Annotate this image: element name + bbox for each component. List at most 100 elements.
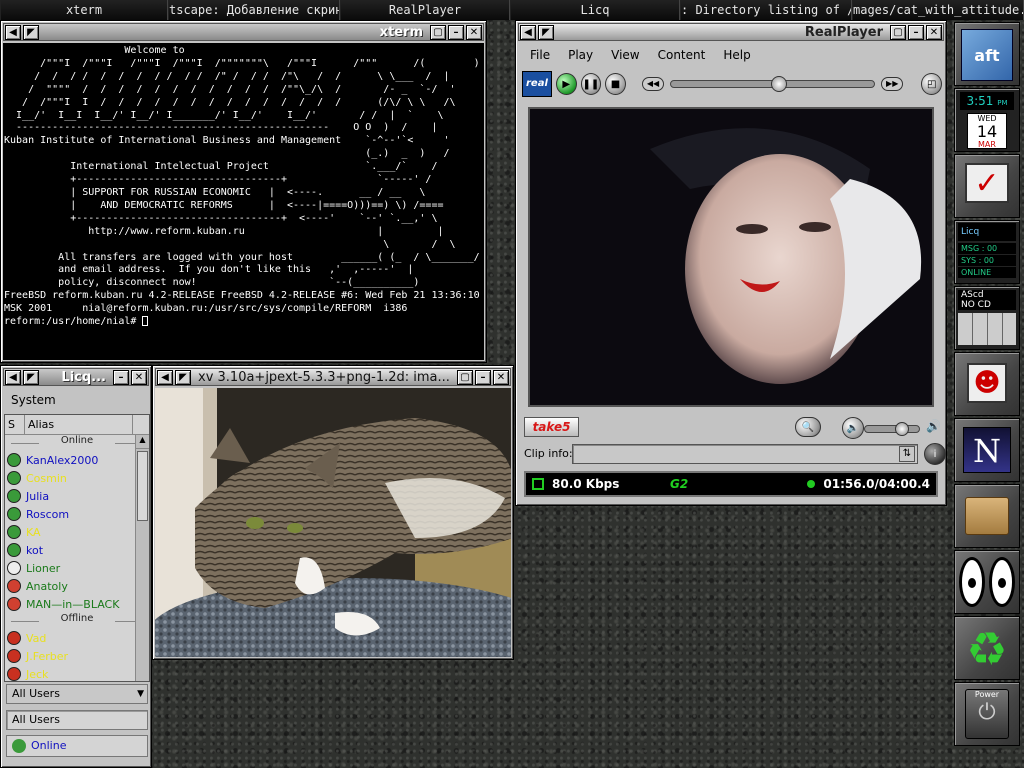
dock-licq-applet[interactable]: Licq MSG : 00 SYS : 00 ONLINE: [954, 220, 1020, 284]
contact-row[interactable]: KanAlex2000: [5, 451, 149, 469]
dock-file-manager[interactable]: [954, 484, 1020, 548]
dock-recycle-bin[interactable]: ♻: [954, 616, 1020, 680]
fast-forward-button[interactable]: ▶▶: [880, 77, 904, 91]
menu-file[interactable]: File: [530, 45, 550, 65]
shade-icon[interactable]: ◤: [175, 369, 191, 385]
seek-bar[interactable]: [670, 76, 875, 92]
volume-slider[interactable]: [864, 422, 920, 436]
pause-button[interactable]: ❚❚: [580, 73, 602, 95]
shade-icon[interactable]: ◤: [538, 24, 554, 40]
window-menu-icon[interactable]: ◀: [157, 369, 173, 385]
minimize-icon[interactable]: –: [448, 24, 464, 40]
dock-bsd-daemon-app[interactable]: ☻: [954, 352, 1020, 416]
mute-button[interactable]: 🔈: [842, 417, 864, 439]
terminal-line: reform:/usr/home/nial#: [4, 316, 484, 329]
pager-task-4[interactable]: : Directory listing of /roo: [680, 0, 852, 20]
compact-view-button[interactable]: ◰: [921, 73, 943, 95]
pager-task-0[interactable]: xterm: [0, 0, 168, 20]
seek-thumb[interactable]: [771, 76, 788, 92]
maximize-icon[interactable]: ▢: [890, 24, 906, 40]
terminal-line: MSK 2001 nial@reform.kuban.ru:/usr/src/s…: [4, 303, 408, 315]
window-menu-icon[interactable]: ◀: [5, 369, 21, 385]
dock-afterstep-app[interactable]: aft: [954, 22, 1020, 86]
menu-play[interactable]: Play: [568, 45, 593, 65]
zoom-button[interactable]: 🔍: [795, 417, 821, 437]
contact-row[interactable]: Julia: [5, 487, 149, 505]
dock-power[interactable]: Power ⏻: [954, 682, 1020, 746]
daemon-icon: ☻: [967, 363, 1007, 403]
maximize-icon[interactable]: ▢: [430, 24, 446, 40]
left-eye-icon: [959, 557, 985, 607]
group-field[interactable]: All Users: [6, 710, 148, 730]
realplayer-titlebar[interactable]: ◀ ◤ RealPlayer ▢ – ✕: [518, 23, 944, 41]
contact-row[interactable]: KA: [5, 523, 149, 541]
dock-ascd-player[interactable]: AScd NO CD: [954, 286, 1020, 350]
contact-row[interactable]: J.Ferber: [5, 647, 149, 665]
status-column-header[interactable]: S: [5, 415, 25, 434]
ascd-buttons[interactable]: [958, 313, 1016, 345]
contact-row[interactable]: Roscom: [5, 505, 149, 523]
close-icon[interactable]: ✕: [131, 369, 147, 385]
contact-status-icon: [7, 507, 21, 521]
close-icon[interactable]: ✕: [466, 24, 482, 40]
volume-icon: 🔊: [926, 419, 941, 433]
shade-icon[interactable]: ◤: [23, 24, 39, 40]
shade-icon[interactable]: ◤: [23, 369, 39, 385]
xterm-titlebar[interactable]: ◀ ◤ xterm ▢ – ✕: [3, 23, 484, 41]
menu-help[interactable]: Help: [723, 45, 750, 65]
contact-name: Jeck: [26, 667, 49, 681]
contact-scrollbar[interactable]: ▲: [135, 435, 149, 681]
pager-task-1[interactable]: tscape: Добавление скриншо: [168, 0, 340, 20]
volume-thumb[interactable]: [895, 422, 909, 436]
xv-titlebar[interactable]: ◀ ◤ xv 3.10a+jpext-5.3.3+png-1.2d: ima..…: [155, 368, 511, 386]
menu-content[interactable]: Content: [658, 45, 706, 65]
scroll-thumb[interactable]: [137, 451, 148, 521]
terminal-line: All transfers are logged with your host …: [4, 251, 480, 263]
clip-scroll-icon[interactable]: ⇅: [899, 446, 915, 462]
stop-button[interactable]: ■: [605, 73, 626, 95]
dock-netscape[interactable]: N: [954, 418, 1020, 482]
licq-titlebar[interactable]: ◀ ◤ Licq... – ✕: [3, 368, 149, 386]
contact-row[interactable]: Jeck: [5, 665, 149, 681]
close-icon[interactable]: ✕: [926, 24, 942, 40]
windowmaker-dock: aft 3:51 PM WED 14 MAR ✓ Licq MSG : 00 S…: [952, 20, 1024, 768]
terminal-cursor: [142, 316, 149, 327]
dock-clock[interactable]: 3:51 PM WED 14 MAR: [954, 88, 1020, 152]
alias-column-header[interactable]: Alias: [25, 415, 133, 434]
contact-row[interactable]: kot: [5, 541, 149, 559]
contact-row[interactable]: Lioner: [5, 559, 149, 577]
contact-row[interactable]: Anatoly: [5, 577, 149, 595]
licq-system-menu[interactable]: System: [5, 390, 147, 410]
menu-view[interactable]: View: [611, 45, 639, 65]
contact-row[interactable]: Cosmin: [5, 469, 149, 487]
terminal-output[interactable]: Welcome to /"""I /"""I /"""I /"""I /""""…: [3, 43, 484, 360]
maximize-icon[interactable]: ▢: [457, 369, 473, 385]
minimize-icon[interactable]: –: [475, 369, 491, 385]
window-menu-icon[interactable]: ◀: [520, 24, 536, 40]
video-area[interactable]: [528, 107, 934, 407]
clip-info-field[interactable]: ⇅: [572, 444, 918, 464]
power-button[interactable]: Power ⏻: [965, 689, 1009, 739]
pager-task-2[interactable]: RealPlayer: [340, 0, 510, 20]
rewind-button[interactable]: ◀◀: [641, 77, 665, 91]
contact-row[interactable]: MAN—in—BLACK: [5, 595, 149, 613]
info-button[interactable]: i: [924, 443, 946, 465]
minimize-icon[interactable]: –: [113, 369, 129, 385]
dock-xeyes[interactable]: [954, 550, 1020, 614]
pager-task-3[interactable]: Licq: [510, 0, 680, 20]
play-button[interactable]: ▶: [555, 73, 577, 95]
licq-title: Licq...: [61, 369, 106, 385]
contact-list[interactable]: S Alias Online KanAlex2000 Cosmin Julia Ros…: [4, 414, 150, 682]
pager-task-5[interactable]: mages/cat_with_attitude.jp: [852, 0, 1024, 20]
minimize-icon[interactable]: –: [908, 24, 924, 40]
status-button[interactable]: Online: [6, 735, 148, 757]
terminal-line: /"""I /"""I /"""I /"""I /"""""""\ /"""I …: [4, 57, 484, 69]
dock-checklist-app[interactable]: ✓: [954, 154, 1020, 218]
contact-name: Julia: [26, 489, 50, 503]
scroll-up-icon[interactable]: ▲: [136, 435, 149, 449]
window-menu-icon[interactable]: ◀: [5, 24, 21, 40]
contact-row[interactable]: Vad: [5, 629, 149, 647]
close-icon[interactable]: ✕: [493, 369, 509, 385]
cat-photo[interactable]: [155, 388, 511, 657]
group-select[interactable]: All Users ▼: [6, 684, 148, 704]
